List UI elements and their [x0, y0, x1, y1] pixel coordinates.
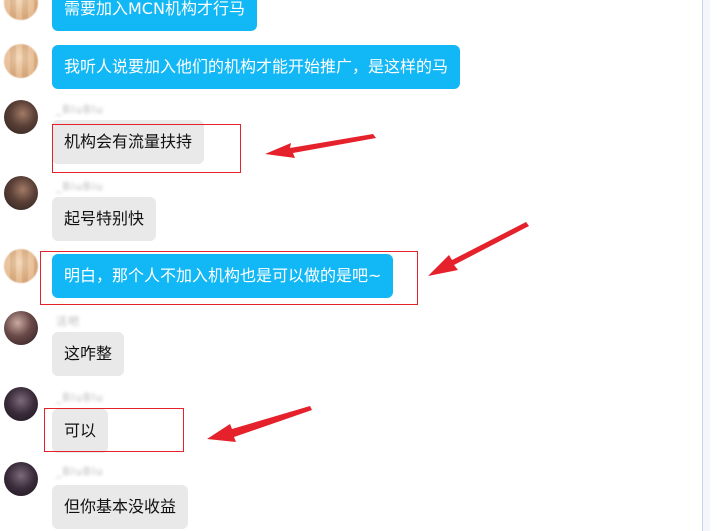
avatar[interactable]: [4, 387, 38, 421]
sender-name: _BluBlu: [56, 103, 104, 116]
sender-name: _BluBlu: [56, 391, 104, 404]
chat-history: 需要加入MCN机构才行马 我听人说要加入他们的机构才能开始推广，是这样的马 _B…: [0, 0, 710, 531]
message-bubble[interactable]: 需要加入MCN机构才行马: [52, 0, 257, 31]
avatar[interactable]: [4, 311, 38, 345]
message-bubble[interactable]: 起号特别快: [52, 197, 157, 241]
highlight-box: [40, 251, 418, 305]
message-bubble[interactable]: 但你基本没收益: [52, 485, 189, 529]
sender-name: 活吧: [56, 315, 80, 328]
avatar[interactable]: [4, 176, 38, 210]
scrollbar[interactable]: [702, 0, 710, 531]
avatar[interactable]: [4, 44, 38, 78]
avatar[interactable]: [4, 249, 38, 283]
message-bubble[interactable]: 我听人说要加入他们的机构才能开始推广，是这样的马: [52, 45, 461, 89]
avatar[interactable]: [4, 462, 38, 496]
highlight-box: [52, 124, 241, 173]
highlight-box: [44, 408, 184, 452]
sender-name: _BiuBiu: [56, 180, 104, 193]
message-bubble[interactable]: 这咋整: [52, 332, 125, 376]
avatar[interactable]: [4, 0, 38, 20]
sender-name: _BluBlu: [56, 465, 104, 478]
avatar[interactable]: [4, 100, 38, 134]
